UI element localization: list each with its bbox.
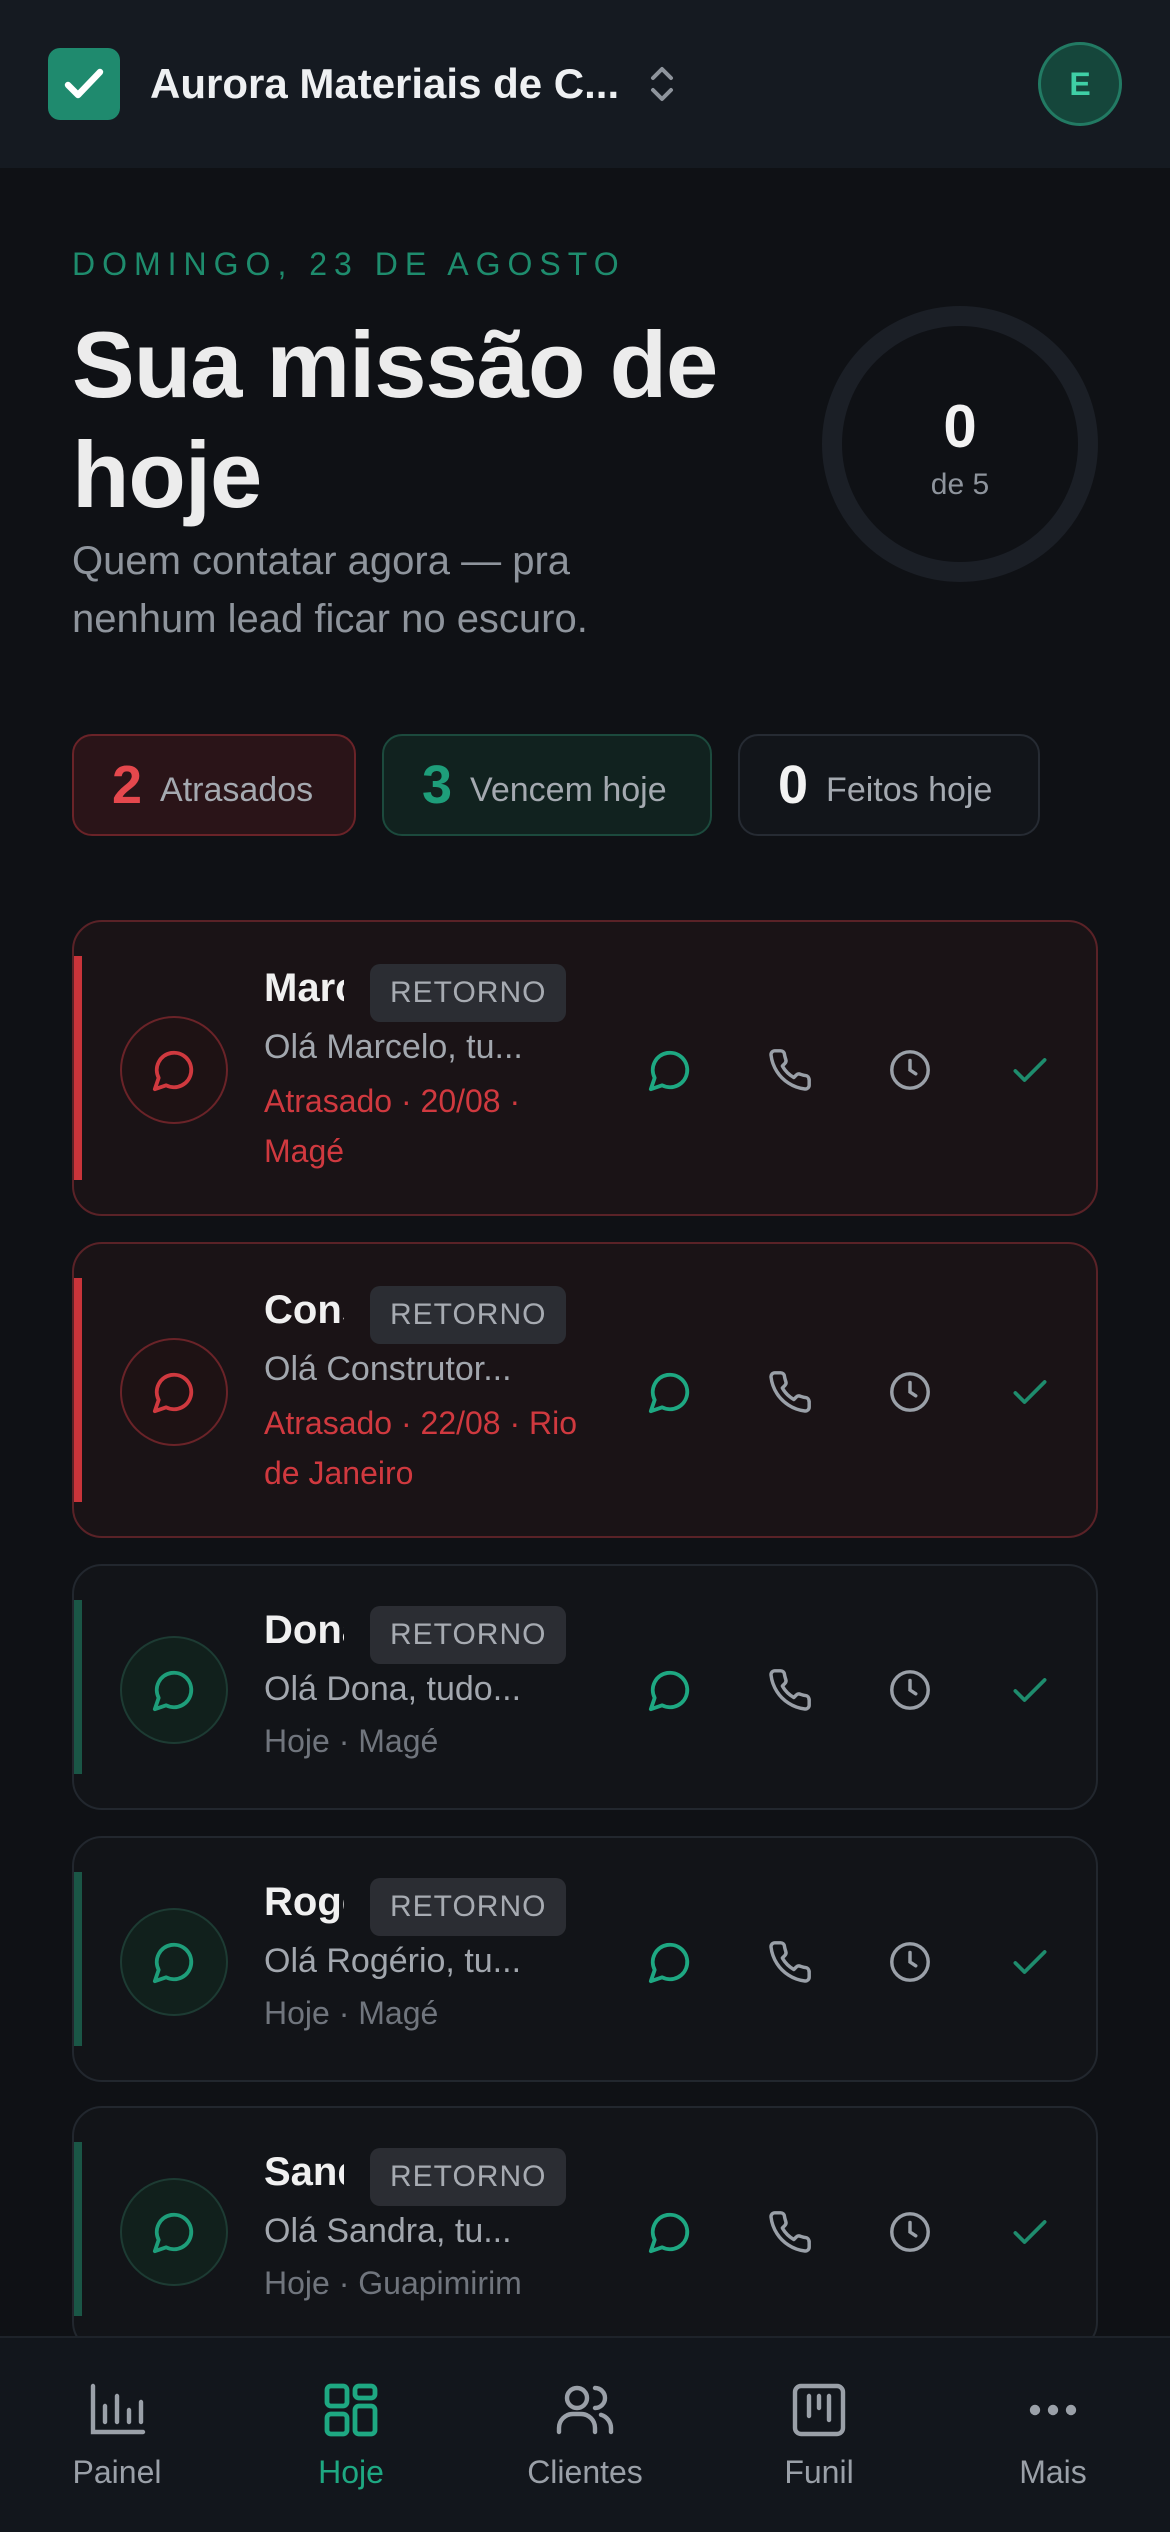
task-actions <box>610 1040 1090 1100</box>
phone-icon[interactable] <box>730 1362 850 1422</box>
whatsapp-icon[interactable] <box>610 1040 730 1100</box>
task-meta: Hoje · Magé <box>264 1995 439 2031</box>
phone-icon[interactable] <box>730 2202 850 2262</box>
message-preview: Olá Rogério, tu... <box>264 1942 522 1980</box>
chip-due-today[interactable]: 3 Vencem hoje <box>382 734 712 836</box>
task-card[interactable]: Marcelo RETORNO Olá Marcelo, tu... Atras… <box>72 920 1098 1216</box>
clock-icon[interactable] <box>850 1932 970 1992</box>
nav-label: Painel <box>72 2454 162 2490</box>
message-preview: Olá Marcelo, tu... <box>264 1028 523 1066</box>
status-stripe <box>74 2142 82 2316</box>
users-icon <box>556 2385 614 2435</box>
check-icon[interactable] <box>970 1362 1090 1422</box>
task-meta: Atrasado · 22/08 · Rio de Janeiro <box>264 1405 578 1491</box>
lead-name: Dona <box>264 1608 344 1652</box>
chip-done-label: Feitos hoje <box>826 770 993 809</box>
page-title: Sua missão de hoje <box>72 312 718 527</box>
lead-name: Rogério <box>264 1880 344 1924</box>
status-stripe <box>74 1600 82 1774</box>
task-type-badge: RETORNO <box>370 2148 567 2206</box>
status-stripe <box>74 1278 82 1502</box>
status-stripe <box>74 1872 82 2046</box>
task-type-badge: RETORNO <box>370 1878 567 1936</box>
chat-bubble-icon <box>120 1016 228 1124</box>
task-actions <box>610 1932 1090 1992</box>
whatsapp-icon[interactable] <box>610 1932 730 1992</box>
task-type-badge: RETORNO <box>370 1286 567 1344</box>
phone-icon[interactable] <box>730 1040 850 1100</box>
progress-total: de 5 <box>930 468 990 501</box>
status-stripe <box>74 956 82 1180</box>
page-subtitle: Quem contatar agora — pra nenhum lead fi… <box>72 539 588 641</box>
task-meta: Hoje · Magé <box>264 1723 439 1759</box>
chip-done-today[interactable]: 0 Feitos hoje <box>738 734 1040 836</box>
task-type-badge: RETORNO <box>370 964 567 1022</box>
task-card[interactable]: Sandra RETORNO Olá Sandra, tu... Hoje · … <box>72 2106 1098 2352</box>
task-type-badge: RETORNO <box>370 1606 567 1664</box>
checkbox-logo-icon[interactable] <box>48 48 120 120</box>
nav-painel[interactable]: Painel <box>0 2338 234 2532</box>
clock-icon[interactable] <box>850 1040 970 1100</box>
progress-done: 0 <box>943 393 977 460</box>
nav-hoje[interactable]: Hoje <box>234 2338 468 2532</box>
chat-bubble-icon <box>120 1338 228 1446</box>
phone-icon[interactable] <box>730 1932 850 1992</box>
avatar-initial: E <box>1069 65 1091 102</box>
task-actions <box>610 2202 1090 2262</box>
org-name[interactable]: Aurora Materiais de C... <box>150 60 619 108</box>
lead-name: Construtora <box>264 1288 344 1332</box>
check-icon[interactable] <box>970 1660 1090 1720</box>
check-icon[interactable] <box>970 2202 1090 2262</box>
nav-label: Hoje <box>318 2454 384 2490</box>
message-preview: Olá Construtor... <box>264 1350 512 1388</box>
bottom-nav: Painel Hoje Clientes Funil Mais <box>0 2336 1170 2532</box>
task-card[interactable]: Construtora RETORNO Olá Construtor... At… <box>72 1242 1098 1538</box>
stat-chips: 2 Atrasados 3 Vencem hoje 0 Feitos hoje <box>72 734 1040 836</box>
chart-icon <box>90 2383 146 2435</box>
message-preview: Olá Dona, tudo... <box>264 1670 522 1708</box>
lead-name: Marcelo <box>264 966 344 1010</box>
task-actions <box>610 1660 1090 1720</box>
chat-bubble-icon <box>120 1636 228 1744</box>
chat-bubble-icon <box>120 2178 228 2286</box>
message-preview: Olá Sandra, tu... <box>264 2212 512 2250</box>
lead-name: Sandra <box>264 2150 344 2194</box>
date-label: DOMINGO, 23 DE AGOSTO <box>72 246 626 282</box>
task-card[interactable]: Rogério RETORNO Olá Rogério, tu... Hoje … <box>72 1836 1098 2082</box>
whatsapp-icon[interactable] <box>610 1362 730 1422</box>
chip-late[interactable]: 2 Atrasados <box>72 734 356 836</box>
chip-done-count: 0 <box>778 755 809 815</box>
task-meta: Hoje · Guapimirim <box>264 2265 522 2301</box>
more-icon <box>1029 2404 1077 2416</box>
chip-late-label: Atrasados <box>160 770 314 809</box>
nav-label: Funil <box>784 2454 854 2490</box>
clock-icon[interactable] <box>850 2202 970 2262</box>
nav-label: Clientes <box>527 2454 643 2490</box>
check-icon[interactable] <box>970 1040 1090 1100</box>
task-actions <box>610 1362 1090 1422</box>
whatsapp-icon[interactable] <box>610 1660 730 1720</box>
chip-due-count: 3 <box>422 755 453 815</box>
nav-funil[interactable]: Funil <box>702 2338 936 2532</box>
chip-due-label: Vencem hoje <box>470 770 667 809</box>
clock-icon[interactable] <box>850 1362 970 1422</box>
chevron-updown-icon[interactable] <box>647 64 677 104</box>
phone-icon[interactable] <box>730 1660 850 1720</box>
nav-label: Mais <box>1019 2454 1087 2490</box>
check-icon[interactable] <box>970 1932 1090 1992</box>
chat-bubble-icon <box>120 1908 228 2016</box>
clock-icon[interactable] <box>850 1660 970 1720</box>
avatar[interactable]: E <box>1038 42 1122 126</box>
chip-late-count: 2 <box>112 755 143 815</box>
task-card[interactable]: Dona RETORNO Olá Dona, tudo... Hoje · Ma… <box>72 1564 1098 1810</box>
kanban-icon <box>792 2383 846 2437</box>
nav-clientes[interactable]: Clientes <box>468 2338 702 2532</box>
nav-mais[interactable]: Mais <box>936 2338 1170 2532</box>
whatsapp-icon[interactable] <box>610 2202 730 2262</box>
grid-icon <box>324 2383 378 2437</box>
task-meta: Atrasado · 20/08 · Magé <box>264 1083 521 1169</box>
top-bar: Aurora Materiais de C... E <box>0 0 1170 168</box>
